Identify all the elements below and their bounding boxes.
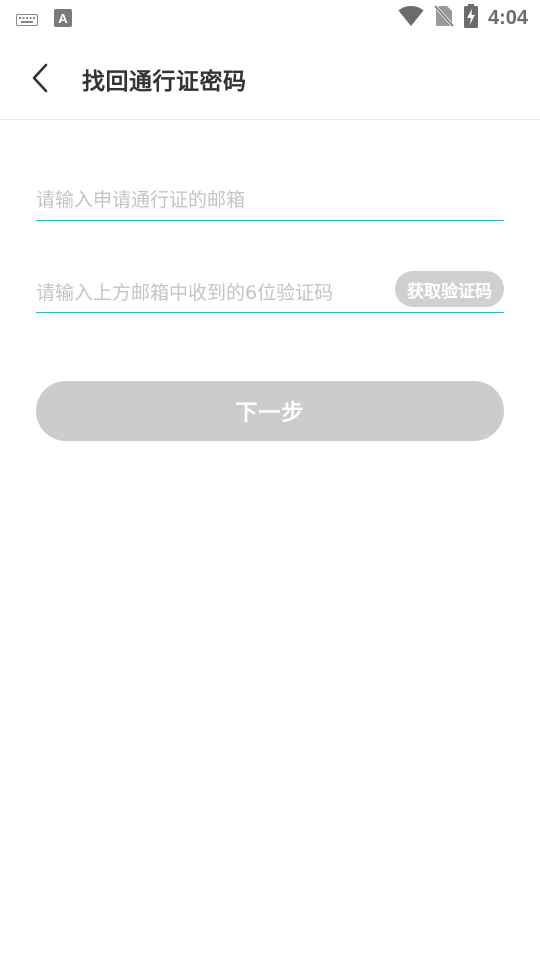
keyboard-icon <box>16 11 38 30</box>
verification-code-input[interactable] <box>36 273 376 313</box>
wifi-icon <box>398 5 424 31</box>
email-field-container <box>36 180 504 221</box>
get-code-button[interactable]: 获取验证码 <box>395 271 504 307</box>
next-button[interactable]: 下一步 <box>36 381 504 441</box>
no-sim-icon <box>433 4 455 32</box>
code-field-container: 获取验证码 <box>36 270 504 313</box>
status-bar-right: 4:04 <box>398 4 528 32</box>
status-bar: A 4:04 <box>0 0 540 36</box>
header: 找回通行证密码 <box>0 36 540 120</box>
status-time: 4:04 <box>487 6 528 29</box>
text-a-icon: A <box>54 9 72 31</box>
page-title: 找回通行证密码 <box>82 69 247 95</box>
svg-text:A: A <box>58 11 68 26</box>
email-input[interactable] <box>36 180 504 220</box>
battery-charging-icon <box>463 4 478 32</box>
status-bar-left: A <box>16 9 72 31</box>
screen: A 4:04 找回通行证密码 请输入申请通行证的邮箱 请输入上方邮箱中收到的6位… <box>0 0 540 960</box>
back-button[interactable] <box>22 58 58 98</box>
chevron-left-icon <box>32 63 48 93</box>
